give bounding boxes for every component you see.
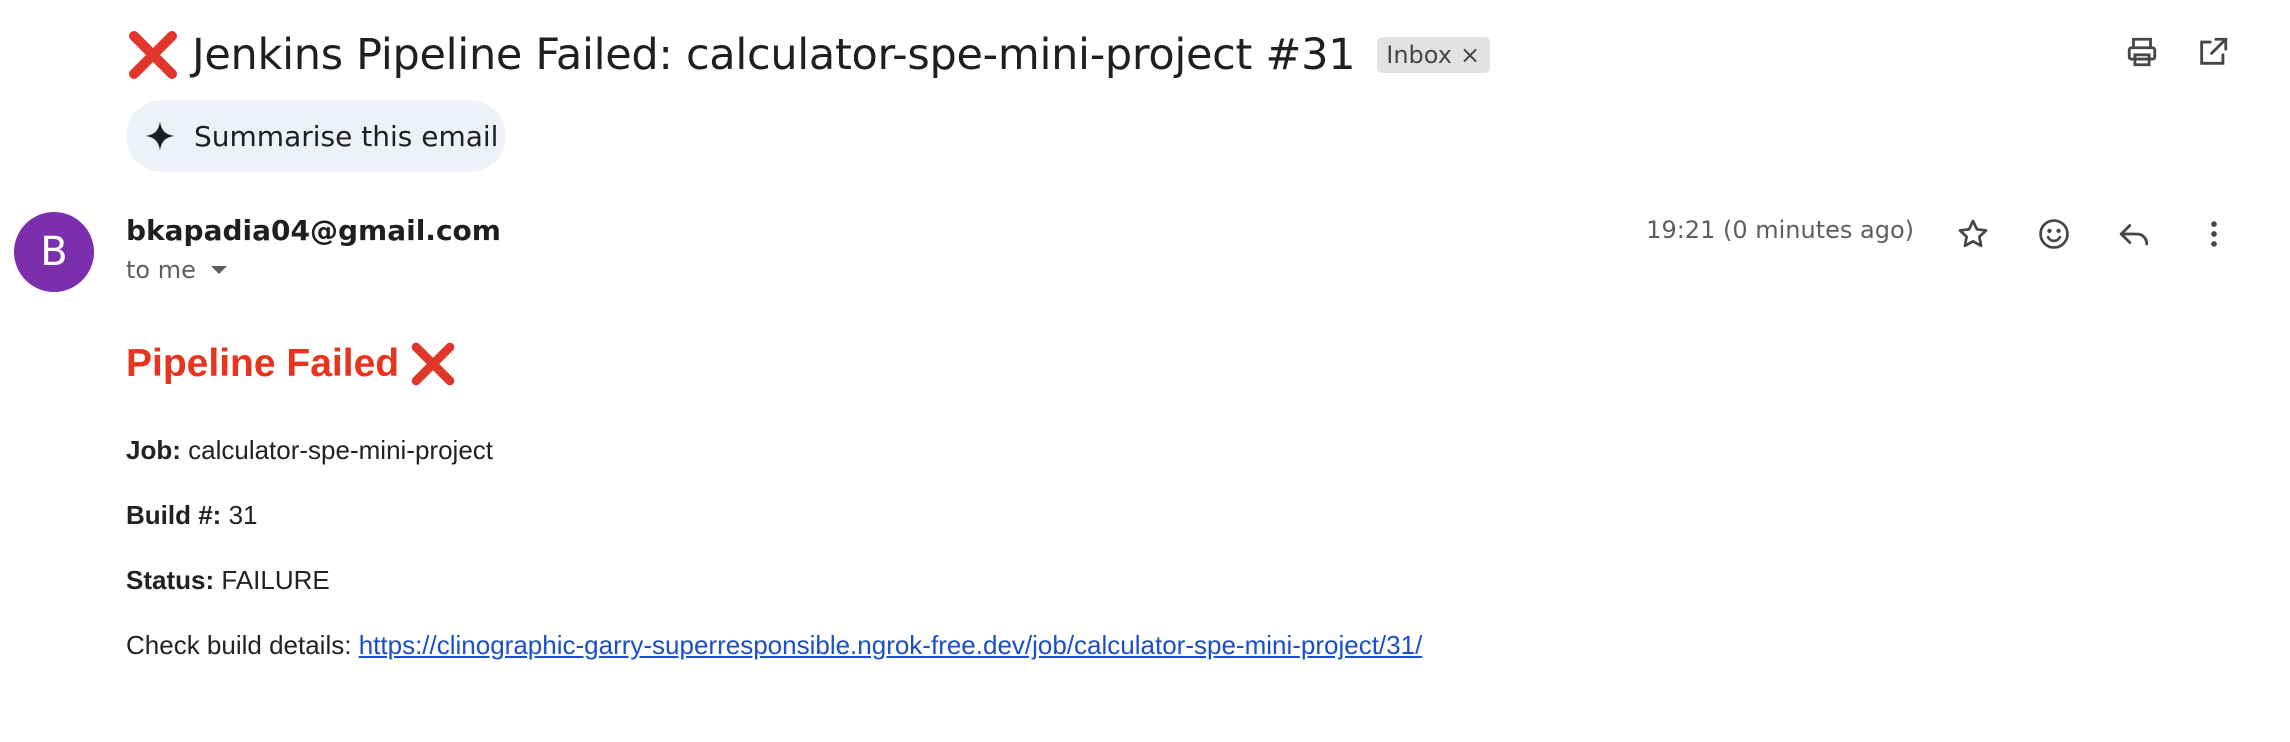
more-options-button[interactable] bbox=[2190, 210, 2238, 258]
recipient-details-toggle[interactable]: to me bbox=[126, 256, 228, 284]
details-label: Check build details: bbox=[126, 630, 352, 660]
status-value: FAILURE bbox=[221, 565, 330, 595]
summarise-label: Summarise this email bbox=[194, 119, 499, 153]
reply-button[interactable] bbox=[2110, 210, 2158, 258]
star-icon bbox=[1958, 219, 1988, 248]
status-label: Status: bbox=[126, 565, 215, 595]
email-timestamp: 19:21 (0 minutes ago) bbox=[1646, 216, 1914, 244]
inbox-label-chip[interactable]: Inbox × bbox=[1377, 37, 1491, 73]
avatar[interactable]: B bbox=[14, 212, 94, 292]
build-value: 31 bbox=[228, 500, 258, 530]
open-in-new-window-button[interactable] bbox=[2191, 30, 2235, 74]
print-button[interactable] bbox=[2120, 30, 2164, 74]
status-field: Status: FAILURE bbox=[126, 565, 330, 596]
build-details-link[interactable]: https://clinographic-garry-superresponsi… bbox=[359, 630, 1423, 660]
open-in-new-window-icon bbox=[2200, 37, 2228, 65]
cross-mark-icon bbox=[129, 31, 177, 79]
job-field: Job: calculator-spe-mini-project bbox=[126, 435, 493, 466]
reply-icon bbox=[2119, 224, 2149, 246]
email-subject: Jenkins Pipeline Failed: calculator-spe-… bbox=[192, 30, 1356, 80]
job-label: Job: bbox=[126, 435, 181, 465]
add-reaction-button[interactable] bbox=[2030, 210, 2078, 258]
more-vert-icon bbox=[2211, 221, 2217, 247]
inbox-label-text: Inbox bbox=[1386, 41, 1452, 69]
summarise-email-button[interactable]: Summarise this email bbox=[126, 100, 506, 172]
cross-mark-icon bbox=[411, 342, 455, 386]
dropdown-arrow-icon bbox=[210, 266, 227, 274]
star-button[interactable] bbox=[1949, 210, 1997, 258]
body-heading: Pipeline Failed bbox=[126, 340, 457, 388]
email-subject-row: Jenkins Pipeline Failed: calculator-spe-… bbox=[126, 22, 1491, 88]
remove-label-button[interactable]: × bbox=[1460, 43, 1480, 67]
body-heading-text: Pipeline Failed bbox=[126, 342, 400, 385]
recipient-label: to me bbox=[126, 256, 196, 284]
job-value: calculator-spe-mini-project bbox=[188, 435, 494, 465]
details-field: Check build details: https://clinographi… bbox=[126, 630, 1422, 661]
sender-email[interactable]: bkapadia04@gmail.com bbox=[126, 214, 501, 247]
emoji-icon bbox=[2039, 219, 2069, 249]
sparkle-icon bbox=[145, 121, 175, 151]
build-label: Build #: bbox=[126, 500, 222, 530]
build-field: Build #: 31 bbox=[126, 500, 258, 531]
print-icon bbox=[2127, 37, 2157, 67]
